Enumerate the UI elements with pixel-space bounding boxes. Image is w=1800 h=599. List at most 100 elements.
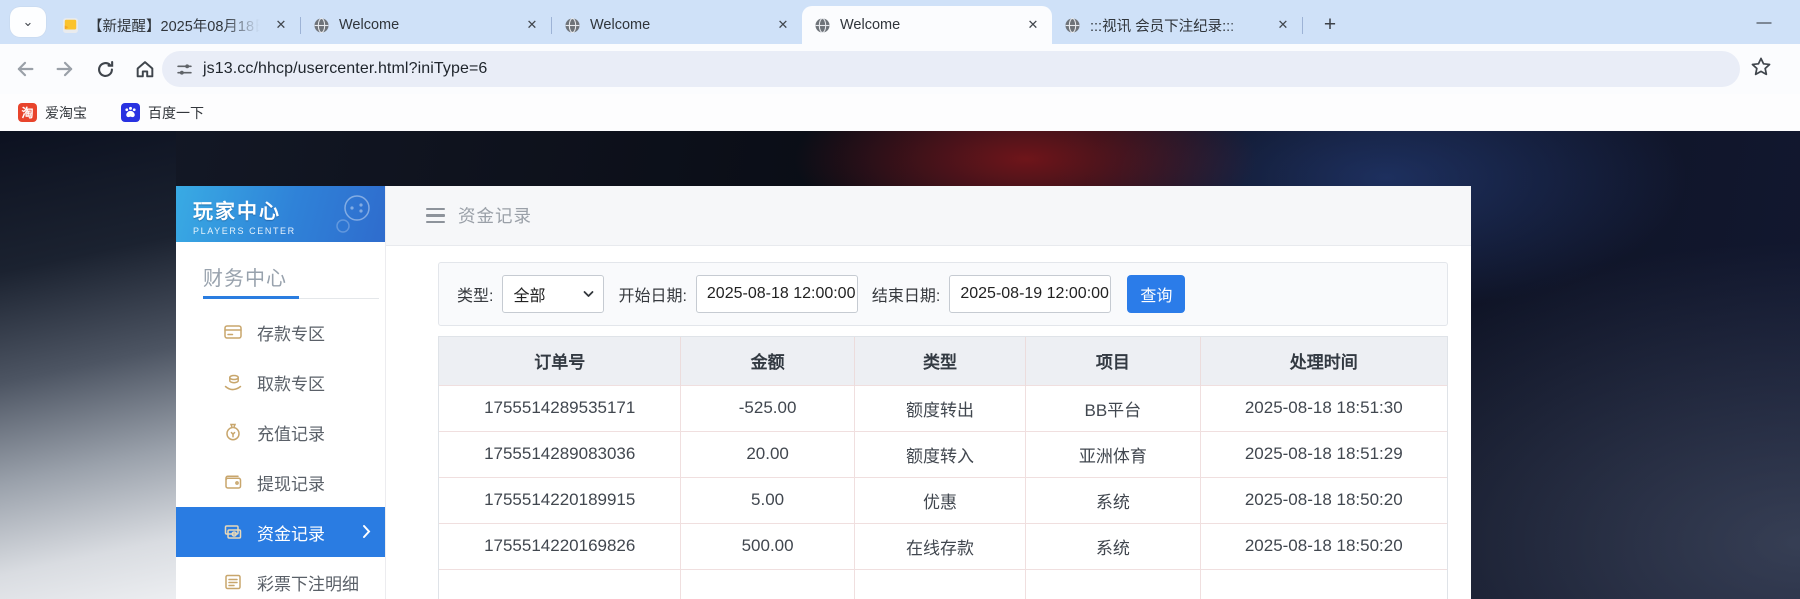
table-row: 1755514220189915 5.00 优惠 系统 2025-08-18 1… <box>439 477 1447 523</box>
deposit-card-icon <box>223 322 243 342</box>
start-date-input[interactable]: 2025-08-18 12:00:00 <box>696 275 858 313</box>
page-viewport: 玩家中心 PLAYERS CENTER 财务中心 <box>0 131 1800 599</box>
type-cell: 在线存款 <box>854 523 1025 569</box>
project-cell: 系统 <box>1026 477 1200 523</box>
url-text: js13.cc/hhcp/usercenter.html?iniType=6 <box>203 60 487 78</box>
sidebar-item-label: 资金记录 <box>257 520 325 545</box>
type-select-value: 全部 <box>513 282 545 306</box>
gamepad-icon <box>331 192 375 241</box>
tab-strip: ⌄ 【新提醒】2025年08月18日 2 ✕ Welcome ✕ <box>0 0 1800 44</box>
sidebar-item-label: 彩票下注明细 <box>257 570 359 595</box>
sidebar-section: 财务中心 <box>176 242 385 291</box>
tab-close-icon[interactable]: ✕ <box>272 16 290 34</box>
tab-welcome-2[interactable]: Welcome ✕ <box>552 6 802 44</box>
address-bar[interactable]: js13.cc/hhcp/usercenter.html?iniType=6 <box>162 51 1740 87</box>
browser-toolbar: js13.cc/hhcp/usercenter.html?iniType=6 <box>0 44 1800 94</box>
end-date-input[interactable]: 2025-08-19 12:00:00 <box>949 275 1111 313</box>
amount-cell: -525.00 <box>681 385 854 431</box>
sidebar: 玩家中心 PLAYERS CENTER 财务中心 <box>176 186 386 599</box>
start-date-label: 开始日期: <box>618 282 686 306</box>
funds-table: 订单号 金额 类型 项目 处理时间 1755514289535171 <box>438 336 1448 599</box>
globe-icon <box>814 17 831 34</box>
taobao-icon: 淘 <box>18 103 37 122</box>
window-minimize-button[interactable]: — <box>1750 8 1778 36</box>
project-cell: BB平台 <box>1026 385 1200 431</box>
tab-title: Welcome <box>339 17 514 33</box>
type-select[interactable]: 全部 <box>502 275 604 313</box>
funds-icon <box>223 522 243 542</box>
globe-icon <box>313 17 330 34</box>
sidebar-item-funds-records[interactable]: 资金记录 <box>176 507 385 557</box>
home-icon[interactable] <box>130 54 160 84</box>
type-cell: 额度转入 <box>854 431 1025 477</box>
reload-icon[interactable] <box>90 54 120 84</box>
sidebar-menu: 存款专区 取款专区 充值记录 <box>176 307 385 599</box>
moneybag-icon <box>223 422 243 442</box>
order-no-cell: 1755514220169826 <box>439 523 681 569</box>
order-no-cell: 1755514220189915 <box>439 477 681 523</box>
tab-welcome-active[interactable]: Welcome ✕ <box>802 6 1052 44</box>
baidu-paw-icon <box>121 103 140 122</box>
tab-welcome-1[interactable]: Welcome ✕ <box>301 6 551 44</box>
browser-window: ⌄ 【新提醒】2025年08月18日 2 ✕ Welcome ✕ <box>0 0 1800 599</box>
search-button[interactable]: 查询 <box>1127 275 1185 313</box>
sidebar-item-recharge-records[interactable]: 充值记录 <box>176 407 385 457</box>
time-cell: 2025-08-18 18:51:29 <box>1200 431 1447 477</box>
tab-close-icon[interactable]: ✕ <box>774 16 792 34</box>
sidebar-item-withdrawal-records[interactable]: 提现记录 <box>176 457 385 507</box>
menu-icon[interactable] <box>426 208 445 224</box>
page-header: 资金记录 <box>386 186 1471 246</box>
site-info-icon[interactable] <box>176 61 193 78</box>
sidebar-item-label: 取款专区 <box>257 370 325 395</box>
table-row: 1755514289083036 20.00 额度转入 亚洲体育 2025-08… <box>439 431 1447 477</box>
bookmark-label: 爱淘宝 <box>45 103 87 123</box>
section-divider-accent <box>203 296 299 299</box>
amount-cell: 500.00 <box>681 523 854 569</box>
time-cell: 2025-08-18 18:50:20 <box>1200 523 1447 569</box>
page-background-left <box>0 131 176 599</box>
tab-title: 【新提醒】2025年08月18日 2 <box>88 15 263 36</box>
back-icon[interactable] <box>10 54 40 84</box>
sidebar-item-withdraw-zone[interactable]: 取款专区 <box>176 357 385 407</box>
tab-close-icon[interactable]: ✕ <box>1274 16 1292 34</box>
column-header-amount: 金额 <box>681 337 854 385</box>
content-area: 类型: 全部 开始日期: 2025-08-18 12:00:00 结束日期: <box>386 246 1471 599</box>
tab-title: Welcome <box>840 17 1015 33</box>
project-cell: 亚洲体育 <box>1026 431 1200 477</box>
user-center-panel: 玩家中心 PLAYERS CENTER 财务中心 <box>176 186 1471 599</box>
table-row: 1755514220169826 500.00 在线存款 系统 2025-08-… <box>439 523 1447 569</box>
column-header-time: 处理时间 <box>1200 337 1447 385</box>
finance-center-title: 财务中心 <box>203 262 385 291</box>
bookmark-label: 百度一下 <box>148 103 204 123</box>
amount-cell: 5.00 <box>681 477 854 523</box>
bookmark-aitaobao[interactable]: 淘 爱淘宝 <box>10 99 95 127</box>
tab-close-icon[interactable]: ✕ <box>523 16 541 34</box>
table-row-partial <box>439 569 1447 599</box>
page-title: 资金记录 <box>458 203 532 228</box>
time-cell: 2025-08-18 18:50:20 <box>1200 477 1447 523</box>
order-no-cell: 1755514289535171 <box>439 385 681 431</box>
withdraw-hand-icon <box>223 372 243 392</box>
bookmark-star-icon[interactable] <box>1750 56 1772 83</box>
column-header-type: 类型 <box>854 337 1025 385</box>
bookmark-baidu[interactable]: 百度一下 <box>113 99 212 127</box>
tab-new-notice[interactable]: 【新提醒】2025年08月18日 2 ✕ <box>50 6 300 44</box>
type-cell: 优惠 <box>854 477 1025 523</box>
wallet-icon <box>223 472 243 492</box>
tab-title: :::视讯 会员下注纪录::: <box>1090 15 1265 36</box>
sidebar-item-label: 充值记录 <box>257 420 325 445</box>
chevron-right-icon <box>362 524 371 544</box>
new-tab-button[interactable]: + <box>1317 12 1343 38</box>
amount-cell: 20.00 <box>681 431 854 477</box>
tab-close-icon[interactable]: ✕ <box>1024 16 1042 34</box>
forward-icon[interactable] <box>50 54 80 84</box>
sidebar-item-label: 存款专区 <box>257 320 325 345</box>
chevron-down-icon <box>583 290 594 298</box>
tab-title: Welcome <box>590 17 765 33</box>
tab-betting-records[interactable]: :::视讯 会员下注纪录::: ✕ <box>1052 6 1302 44</box>
sidebar-item-lottery-bet-details[interactable]: 彩票下注明细 <box>176 557 385 599</box>
order-no-cell: 1755514289083036 <box>439 431 681 477</box>
sidebar-item-deposit-zone[interactable]: 存款专区 <box>176 307 385 357</box>
sidebar-item-label: 提现记录 <box>257 470 325 495</box>
tab-search-button[interactable]: ⌄ <box>10 7 46 37</box>
